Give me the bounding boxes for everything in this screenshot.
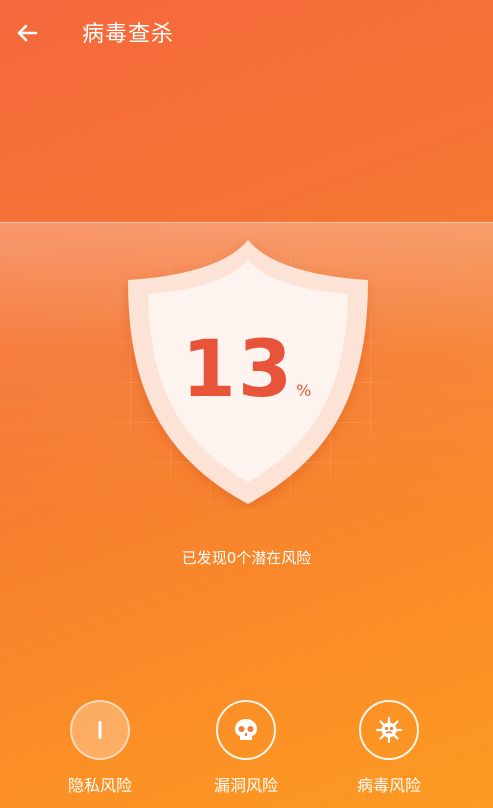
vulnerability-risk-item[interactable]: 漏洞风险 [186, 700, 306, 796]
virus-risk-item[interactable]: 病毒风险 [329, 700, 449, 796]
virus-icon [359, 700, 419, 760]
percent-unit: % [296, 381, 312, 400]
risk-categories: 隐私风险 漏洞风险 病毒风险 [0, 700, 493, 808]
scan-result-text: 已发现0个潜在风险 [181, 549, 312, 567]
privacy-progress-icon [70, 700, 130, 760]
scan-progress: 13% [0, 325, 493, 415]
arrow-left-icon [17, 24, 38, 42]
app-header: 病毒查杀 [0, 0, 493, 66]
back-button[interactable] [10, 18, 44, 48]
privacy-risk-label: 隐私风险 [67, 776, 132, 795]
scan-percent: 13 [181, 325, 295, 415]
privacy-risk-item[interactable]: 隐私风险 [40, 700, 160, 796]
page-title: 病毒查杀 [82, 22, 175, 47]
virus-risk-label: 病毒风险 [356, 776, 421, 795]
skull-icon [216, 700, 276, 760]
vulnerability-risk-label: 漏洞风险 [213, 776, 278, 795]
